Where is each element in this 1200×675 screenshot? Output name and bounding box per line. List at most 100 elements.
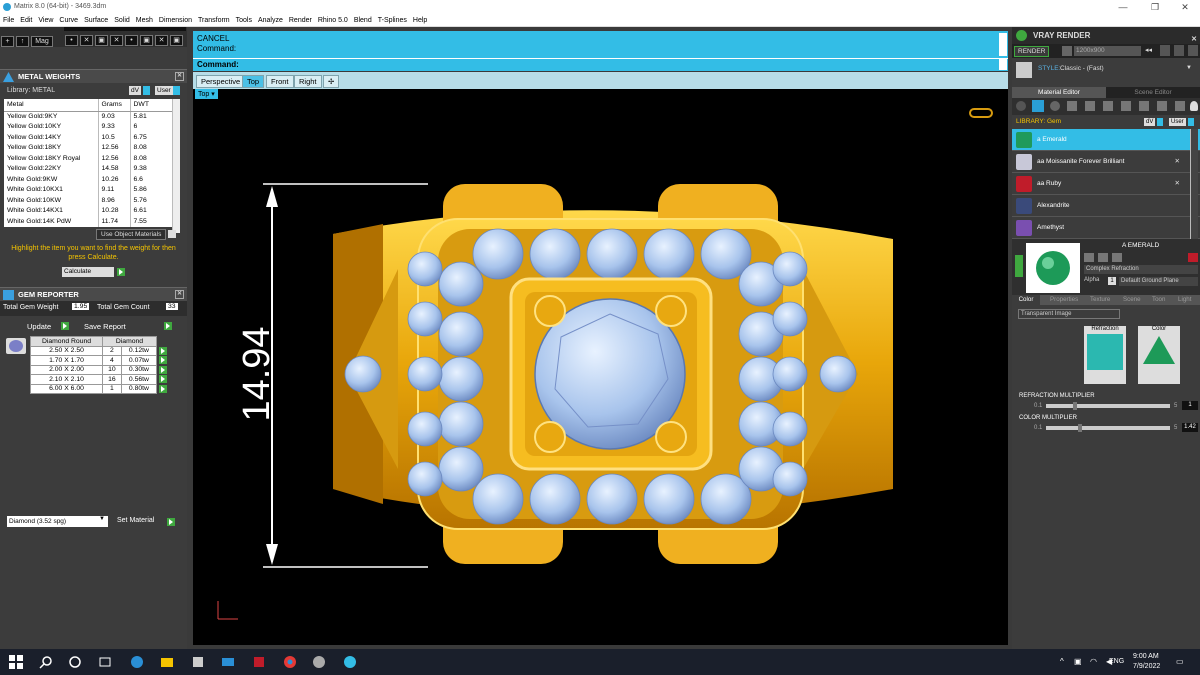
calculate-field[interactable]: Calculate — [62, 266, 114, 277]
resolution-select[interactable]: 1200x900 — [1074, 46, 1141, 56]
tool-icon[interactable]: ✕ — [155, 35, 168, 46]
widgets-icon[interactable] — [98, 655, 112, 669]
color-multiplier-slider[interactable] — [1046, 424, 1170, 432]
menu-edit[interactable]: Edit — [17, 14, 35, 27]
menu-curve[interactable]: Curve — [56, 14, 81, 27]
grid-icon[interactable] — [1103, 101, 1113, 111]
row-go-icon[interactable] — [159, 365, 167, 374]
row-go-icon[interactable] — [159, 384, 168, 393]
table-row[interactable]: Yellow Gold:22KY 14.58 9.38 — [4, 163, 180, 174]
refraction-mode-select[interactable]: Complex Refraction — [1084, 265, 1198, 274]
row-go-icon[interactable] — [159, 346, 167, 355]
use-object-materials-button[interactable]: Use Object Materials — [96, 228, 167, 240]
update-button[interactable]: Update — [27, 322, 51, 331]
table-row[interactable]: White Gold:14KX1 10.28 6.61 — [4, 205, 180, 216]
chrome-icon[interactable] — [283, 655, 297, 669]
start-icon[interactable] — [9, 655, 23, 669]
tab-perspective[interactable]: Perspective — [196, 75, 246, 88]
up-icon[interactable]: ↑ — [16, 36, 29, 47]
material-item[interactable]: a Emerald — [1012, 129, 1200, 151]
chevron-down-icon[interactable]: ▼ — [1186, 65, 1192, 71]
app-icon[interactable] — [252, 655, 266, 669]
tool-icon[interactable]: ✕ — [80, 35, 93, 46]
bulb-icon[interactable] — [1190, 101, 1198, 111]
tool-icon[interactable]: • — [125, 35, 138, 46]
edge-icon[interactable] — [130, 655, 144, 669]
menu-dimension[interactable]: Dimension — [156, 14, 195, 27]
store-icon[interactable] — [191, 655, 205, 669]
menu-tsplines[interactable]: T-Splines — [375, 14, 410, 27]
close-icon[interactable]: ✕ — [175, 72, 184, 81]
transparent-image-select[interactable]: Transparent Image — [1018, 309, 1120, 319]
camera-icon[interactable] — [1062, 46, 1072, 56]
language-indicator[interactable]: ENG — [1109, 658, 1124, 665]
expand-handle[interactable] — [1015, 255, 1023, 277]
color-multiplier-value[interactable]: 1.42 — [1182, 423, 1198, 432]
toolbar-icon[interactable] — [1174, 45, 1184, 56]
alpha-value[interactable]: 1 — [1108, 277, 1116, 285]
toolbar-icon[interactable] — [1188, 45, 1198, 56]
menu-file[interactable]: File — [0, 14, 17, 27]
notification-icon[interactable]: ▭ — [1176, 657, 1184, 666]
table-row[interactable]: 6.00 X 6.00 1 0.80tw — [30, 383, 168, 394]
tray-chevron-icon[interactable]: ^ — [1060, 657, 1064, 666]
row-go-icon[interactable] — [159, 356, 167, 365]
toolbar-icon[interactable]: ◂◂ — [1145, 46, 1152, 54]
close-icon[interactable]: ✕ — [1175, 173, 1180, 195]
vray-app-icon[interactable] — [343, 655, 357, 669]
table-row[interactable]: Yellow Gold:18KY 12.56 8.08 — [4, 142, 180, 153]
metal-table-scrollbar[interactable] — [172, 99, 180, 233]
tab-top[interactable]: Top — [242, 75, 265, 88]
table-row[interactable]: Yellow Gold:10KY 9.33 6 — [4, 121, 180, 132]
use-object-materials-checkbox[interactable] — [168, 229, 176, 238]
search-icon[interactable] — [39, 655, 53, 669]
swirl-icon[interactable] — [1157, 101, 1167, 111]
box-icon[interactable] — [1085, 101, 1095, 111]
remove-icon[interactable] — [1188, 253, 1198, 262]
tab-scene-editor[interactable]: Scene Editor — [1106, 87, 1200, 98]
navigation-cube-icon[interactable] — [969, 108, 993, 118]
sphere-icon[interactable] — [1050, 101, 1060, 111]
close-button[interactable]: ✕ — [1170, 0, 1200, 14]
table-row[interactable]: 2.00 X 2.00 10 0.30tw — [30, 364, 168, 375]
tray-icon[interactable]: ▣ — [1074, 657, 1082, 666]
table-row[interactable]: White Gold:14K PdW 11.74 7.55 — [4, 216, 180, 227]
dv-toggle[interactable]: dV — [129, 86, 141, 95]
flower-icon[interactable] — [1139, 101, 1149, 111]
table-row[interactable]: White Gold:10KX1 9.11 5.86 — [4, 184, 180, 195]
mat-tool-icon[interactable] — [1084, 253, 1094, 262]
tool-icon[interactable]: ▣ — [140, 35, 153, 46]
table-row[interactable]: 1.70 X 1.70 4 0.07tw — [30, 355, 168, 366]
table-row[interactable]: White Gold:9KW 10.26 6.6 — [4, 174, 180, 185]
menu-transform[interactable]: Transform — [195, 14, 233, 27]
maximize-button[interactable]: ❐ — [1140, 0, 1170, 14]
matrix-app-icon[interactable] — [312, 655, 326, 669]
material-item[interactable]: Amethyst — [1012, 217, 1200, 239]
clock-time[interactable]: 9:00 AM — [1133, 653, 1159, 660]
command-scrollbar-small[interactable] — [999, 59, 1007, 70]
close-icon[interactable]: ✕ — [175, 289, 184, 299]
render-button[interactable]: RENDER — [1014, 46, 1050, 57]
tab-material-editor[interactable]: Material Editor — [1012, 87, 1106, 98]
tab-front[interactable]: Front — [266, 75, 294, 88]
user-toggle[interactable]: User — [155, 86, 173, 95]
row-go-icon[interactable] — [159, 375, 167, 384]
command-scrollbar[interactable] — [999, 33, 1007, 56]
menu-render[interactable]: Render — [286, 14, 315, 27]
mail-icon[interactable] — [221, 655, 235, 669]
tab-color[interactable]: Color — [1012, 295, 1040, 305]
tab-toon[interactable]: Toon — [1152, 296, 1165, 303]
refraction-multiplier-value[interactable]: 1 — [1182, 401, 1198, 410]
add-icon[interactable]: + — [1, 36, 14, 47]
material-select[interactable]: Diamond (3.52 spg) — [7, 515, 108, 527]
material-item[interactable]: Alexandrite — [1012, 195, 1200, 217]
minimize-button[interactable]: — — [1108, 0, 1138, 14]
table-row[interactable]: Yellow Gold:9KY 9.03 5.81 — [4, 111, 180, 122]
clock-date[interactable]: 7/9/2022 — [1133, 663, 1160, 670]
viewport[interactable]: 14.94 — [193, 89, 1008, 645]
tab-scene[interactable]: Scene — [1123, 296, 1141, 303]
tool-icon[interactable]: ✕ — [110, 35, 123, 46]
tool-icon[interactable]: ▣ — [95, 35, 108, 46]
mat-tool-icon[interactable] — [1112, 253, 1122, 262]
add-view-icon[interactable]: ✢ — [323, 75, 340, 88]
